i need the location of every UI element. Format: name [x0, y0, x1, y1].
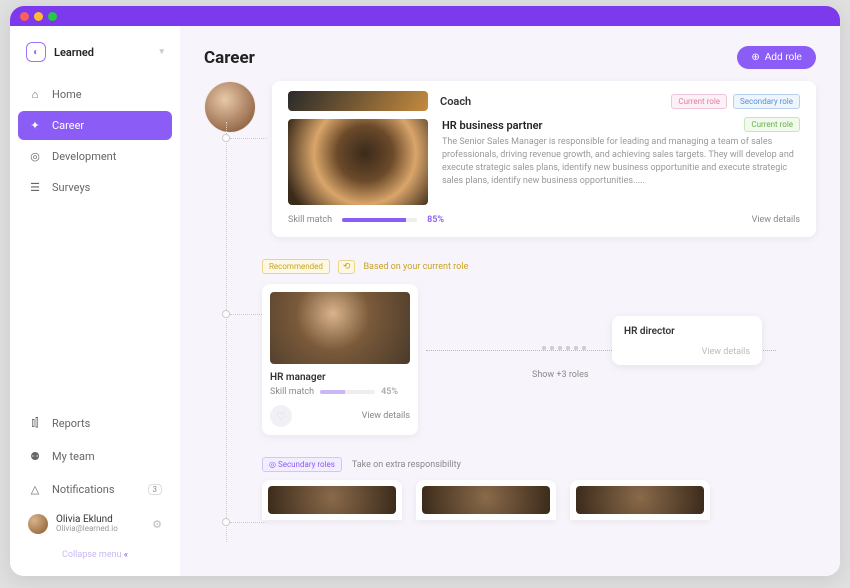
- main-content: Career ⊕ Add role Coach Current role Sec…: [180, 26, 840, 576]
- favorite-button[interactable]: ♡: [270, 405, 292, 427]
- gear-icon[interactable]: ⚙: [152, 518, 162, 531]
- add-role-label: Add role: [765, 52, 802, 63]
- skill-progress: [320, 390, 375, 394]
- sidebar-item-career[interactable]: ✦ Career: [18, 111, 172, 140]
- brand-name: Learned: [54, 46, 94, 59]
- role-image: [576, 486, 704, 514]
- team-icon: ⚉: [28, 450, 42, 463]
- timeline-node: [222, 310, 230, 318]
- nav-label: Surveys: [52, 181, 90, 194]
- user-profile[interactable]: Olivia Eklund Olivia@learned.io ⚙: [18, 508, 172, 540]
- sidebar-item-my-team[interactable]: ⚉ My team: [18, 442, 172, 471]
- bell-icon: △: [28, 483, 42, 496]
- secondary-role-card[interactable]: [416, 480, 556, 520]
- nav-label: Development: [52, 150, 116, 163]
- show-more-roles[interactable]: Show +3 roles: [532, 370, 589, 380]
- role-title: HR director: [624, 326, 750, 337]
- plus-icon: ⊕: [751, 52, 759, 63]
- view-details-link[interactable]: View details: [752, 215, 800, 225]
- user-meta: Olivia Eklund Olivia@learned.io: [56, 514, 118, 534]
- minimize-dot[interactable]: [34, 12, 43, 21]
- page-title: Career: [204, 48, 255, 68]
- chevron-left-icon: «: [124, 550, 128, 560]
- skill-match-label: Skill match: [270, 387, 314, 397]
- avatar: [28, 514, 48, 534]
- collapse-label: Collapse menu: [62, 550, 122, 560]
- timeline-connector: [230, 314, 266, 315]
- role-description: The Senior Sales Manager is responsible …: [442, 136, 800, 188]
- career-icon: ✦: [28, 119, 42, 132]
- current-role-card: Coach Current role Secondary role Curren…: [272, 81, 816, 237]
- nav-label: Reports: [52, 417, 90, 430]
- surveys-icon: ☰: [28, 181, 42, 194]
- role-image: [422, 486, 550, 514]
- role-image: [288, 119, 428, 205]
- path-steps: [542, 346, 586, 350]
- role-image: [270, 292, 410, 364]
- secondary-role-badge: Secondary role: [733, 94, 800, 109]
- role-title: HR manager: [270, 372, 410, 383]
- timeline-connector: [230, 138, 266, 139]
- section-subtitle: Take on extra responsibility: [352, 460, 461, 470]
- director-role-card[interactable]: HR director View details: [612, 316, 762, 365]
- chevron-down-icon: ▾: [159, 47, 164, 57]
- nav-label: Notifications: [52, 483, 115, 496]
- skill-percentage: 45%: [381, 387, 398, 397]
- add-role-button[interactable]: ⊕ Add role: [737, 46, 816, 69]
- section-subtitle: Based on your current role: [363, 262, 468, 272]
- coach-thumbnail: [288, 91, 428, 111]
- sidebar-item-home[interactable]: ⌂ Home: [18, 80, 172, 109]
- close-dot[interactable]: [20, 12, 29, 21]
- refresh-icon: ⟲: [338, 260, 356, 274]
- role-image: [268, 486, 396, 514]
- nav-label: My team: [52, 450, 95, 463]
- brand[interactable]: ◐ Learned ▾: [18, 42, 172, 80]
- primary-nav: ⌂ Home ✦ Career ◎ Development ☰ Surveys: [18, 80, 172, 202]
- vertical-timeline: [226, 122, 227, 542]
- sidebar-item-surveys[interactable]: ☰ Surveys: [18, 173, 172, 202]
- timeline-node: [222, 518, 230, 526]
- timeline-node: [222, 134, 230, 142]
- user-email: Olivia@learned.io: [56, 525, 118, 534]
- brand-logo-icon: ◐: [26, 42, 46, 62]
- current-role-badge: Current role: [744, 117, 800, 132]
- reports-icon: ⫾⫿: [28, 416, 42, 430]
- secondary-roles-badge: ◎ Secundary roles: [262, 457, 342, 472]
- skill-progress: [342, 218, 417, 222]
- timeline-connector: [230, 522, 266, 523]
- notification-count: 3: [148, 484, 163, 495]
- window-titlebar: [10, 6, 840, 26]
- secondary-role-card[interactable]: [570, 480, 710, 520]
- collapse-menu[interactable]: Collapse menu «: [18, 544, 172, 560]
- recommended-badge: Recommended: [262, 259, 330, 274]
- sidebar-item-reports[interactable]: ⫾⫿ Reports: [18, 408, 172, 438]
- nav-label: Home: [52, 88, 82, 101]
- current-role-badge: Current role: [671, 94, 727, 109]
- sidebar-item-development[interactable]: ◎ Development: [18, 142, 172, 171]
- view-details-link[interactable]: View details: [624, 347, 750, 357]
- profile-avatar[interactable]: [204, 81, 256, 133]
- skill-match-label: Skill match: [288, 215, 332, 225]
- home-icon: ⌂: [28, 88, 42, 101]
- secondary-role-card[interactable]: [262, 480, 402, 520]
- development-icon: ◎: [28, 150, 42, 163]
- maximize-dot[interactable]: [48, 12, 57, 21]
- sidebar-item-notifications[interactable]: △ Notifications 3: [18, 475, 172, 504]
- skill-percentage: 85%: [427, 215, 444, 225]
- coach-title: Coach: [440, 95, 471, 108]
- view-details-link[interactable]: View details: [362, 411, 410, 421]
- recommended-role-card[interactable]: HR manager Skill match 45% ♡ View detail…: [262, 284, 418, 435]
- sidebar: ◐ Learned ▾ ⌂ Home ✦ Career ◎ Developmen…: [10, 26, 180, 576]
- nav-label: Career: [52, 119, 84, 132]
